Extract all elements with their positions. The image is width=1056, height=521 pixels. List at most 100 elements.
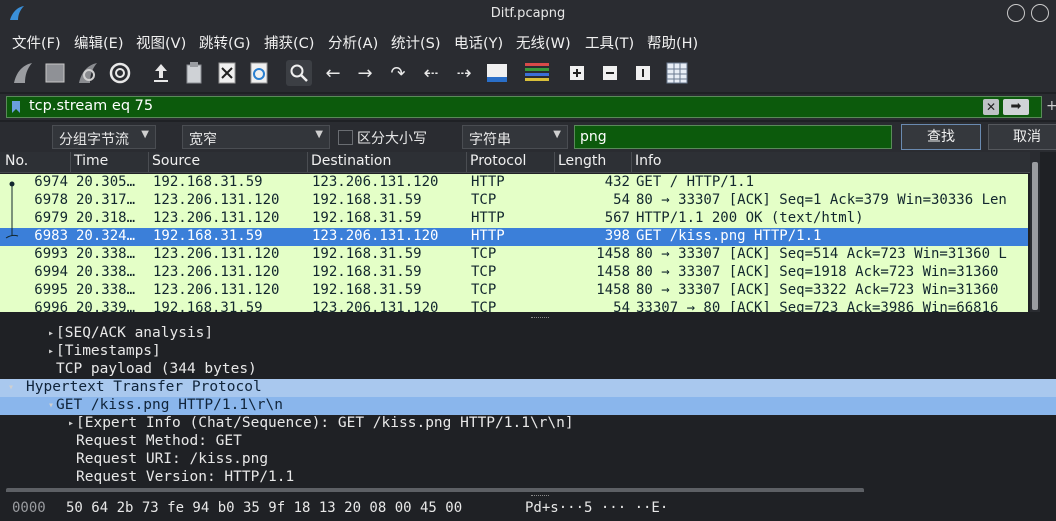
menu-wireless[interactable]: 无线(W): [516, 32, 571, 53]
packet-list-scrollbar[interactable]: [1030, 152, 1040, 312]
minimize-button[interactable]: [1007, 4, 1025, 22]
detail-tree-item[interactable]: Request Version: HTTP/1.1: [0, 469, 1056, 487]
menu-tools[interactable]: 工具(T): [585, 32, 634, 53]
packet-list: No. Time Source Destination Protocol Len…: [0, 152, 1040, 312]
search-in-dropdown[interactable]: 分组字节流 ▼: [52, 125, 156, 149]
apply-filter-arrow-icon[interactable]: ➡: [1003, 99, 1029, 115]
menu-analyze[interactable]: 分析(A): [328, 32, 378, 53]
menu-telephony[interactable]: 电话(Y): [454, 32, 503, 53]
collapsed-arrow-icon[interactable]: ▸: [48, 328, 54, 339]
menu-edit[interactable]: 编辑(E): [74, 32, 123, 53]
packet-row[interactable]: 6996 20.339… 192.168.31.59 123.206.131.120 T…: [0, 300, 1028, 312]
column-protocol[interactable]: Protocol: [470, 153, 526, 169]
packet-cell-proto: TCP: [471, 246, 497, 262]
menu-bar: 文件(F) 编辑(E) 视图(V) 跳转(G) 捕获(C) 分析(A) 统计(S…: [0, 28, 1056, 54]
stop-capture-icon[interactable]: [42, 60, 68, 86]
packet-cell-time: 20.338…: [76, 264, 136, 280]
autoscroll-icon[interactable]: [484, 60, 510, 86]
menu-capture[interactable]: 捕获(C): [264, 32, 314, 53]
search-type-dropdown[interactable]: 字符串 ▼: [462, 125, 568, 149]
first-packet-icon[interactable]: ⇠: [418, 60, 444, 86]
restart-capture-icon[interactable]: [75, 60, 101, 86]
detail-tree-item[interactable]: Request URI: /kiss.png: [0, 451, 1056, 469]
character-width-dropdown[interactable]: 宽窄 ▼: [182, 125, 330, 149]
packet-row[interactable]: 6974 20.305… 192.168.31.59 123.206.131.120 H…: [0, 174, 1028, 192]
column-info[interactable]: Info: [635, 153, 662, 169]
expanded-arrow-icon[interactable]: ▾: [8, 382, 14, 393]
detail-tree-item[interactable]: ▾ GET /kiss.png HTTP/1.1\r\n: [0, 397, 1056, 415]
last-packet-icon[interactable]: ⇢: [451, 60, 477, 86]
detail-tree-item[interactable]: ▾ Hypertext Transfer Protocol: [0, 379, 1056, 397]
display-filter-input[interactable]: tcp.stream eq 75 ✕ ➡: [6, 96, 1042, 118]
collapsed-arrow-icon[interactable]: ▸: [68, 418, 74, 429]
capture-options-gear-icon[interactable]: [107, 60, 133, 86]
packet-cell-src: 192.168.31.59: [153, 300, 263, 312]
close-file-icon[interactable]: [214, 60, 240, 86]
packet-row[interactable]: 6983 20.324… 192.168.31.59 123.206.131.120 H…: [0, 228, 1028, 246]
find-packet-search-icon[interactable]: [286, 60, 312, 86]
packet-row[interactable]: 6994 20.338… 123.206.131.120 192.168.31.59 T…: [0, 264, 1028, 282]
menu-help[interactable]: 帮助(H): [647, 32, 698, 53]
detail-tree-item[interactable]: ▸ [Timestamps]: [0, 343, 1056, 361]
packet-cell-info: 80 → 33307 [ACK] Seq=1918 Ack=723 Win=31…: [636, 264, 999, 280]
scrollbar-thumb[interactable]: [1032, 162, 1038, 310]
find-button[interactable]: 查找: [901, 124, 981, 150]
pane-splitter[interactable]: [0, 314, 1056, 322]
byte-ascii[interactable]: Pd+s···5 ··· ··E·: [525, 500, 668, 516]
packet-cell-dst: 123.206.131.120: [312, 228, 439, 244]
conversation-indicator-icon: [5, 181, 19, 239]
zoom-in-icon[interactable]: [564, 60, 590, 86]
packet-cell-dst: 192.168.31.59: [312, 264, 422, 280]
pane-splitter[interactable]: [0, 492, 1056, 500]
colorize-icon[interactable]: [524, 60, 550, 86]
normal-size-icon[interactable]: [630, 60, 656, 86]
expanded-arrow-icon[interactable]: ▾: [48, 400, 54, 411]
detail-tree-item[interactable]: ▸ [Expert Info (Chat/Sequence): GET /kiss…: [0, 415, 1056, 433]
reload-file-icon[interactable]: [246, 60, 272, 86]
byte-hex[interactable]: 50 64 2b 73 fe 94 b0 35 9f 18 13 20 08 0…: [66, 500, 462, 516]
collapsed-arrow-icon[interactable]: ▸: [48, 346, 54, 357]
packet-cell-no: 6994: [34, 264, 68, 280]
chevron-down-icon: ▼: [553, 129, 561, 140]
menu-statistics[interactable]: 统计(S): [391, 32, 441, 53]
packet-row[interactable]: 6978 20.317… 123.206.131.120 192.168.31.59 T…: [0, 192, 1028, 210]
column-no[interactable]: No.: [5, 153, 28, 169]
packet-cell-dst: 192.168.31.59: [312, 210, 422, 226]
detail-tree-label: [SEQ/ACK analysis]: [56, 325, 214, 341]
cancel-button[interactable]: 取消: [988, 124, 1056, 150]
go-back-arrow-icon[interactable]: ←: [320, 60, 346, 86]
menu-view[interactable]: 视图(V): [136, 32, 186, 53]
packet-row[interactable]: 6979 20.318… 123.206.131.120 192.168.31.59 H…: [0, 210, 1028, 228]
go-forward-arrow-icon[interactable]: →: [352, 60, 378, 86]
save-file-icon[interactable]: [181, 60, 207, 86]
packet-bytes: 0000 50 64 2b 73 fe 94 b0 35 9f 18 13 20…: [0, 500, 1056, 521]
case-sensitive-label: 区分大小写: [357, 131, 427, 147]
detail-tree-item[interactable]: TCP payload (344 bytes): [0, 361, 1056, 379]
byte-offset: 0000: [12, 500, 46, 516]
close-button[interactable]: [1031, 4, 1049, 22]
packet-cell-time: 20.338…: [76, 246, 136, 262]
column-source[interactable]: Source: [152, 153, 200, 169]
case-sensitive-checkbox[interactable]: [338, 130, 353, 145]
detail-tree-item[interactable]: ▸ [SEQ/ACK analysis]: [0, 325, 1056, 343]
find-search-input[interactable]: png: [574, 125, 892, 149]
zoom-out-icon[interactable]: [597, 60, 623, 86]
packet-row[interactable]: 6995 20.338… 123.206.131.120 192.168.31.59 T…: [0, 282, 1028, 300]
detail-tree-item[interactable]: Request Method: GET: [0, 433, 1056, 451]
clear-filter-icon[interactable]: ✕: [983, 99, 999, 115]
menu-file[interactable]: 文件(F): [12, 32, 61, 53]
packet-details: ▸ [SEQ/ACK analysis] ▸ [Timestamps] TCP payl…: [0, 322, 1056, 487]
open-file-icon[interactable]: [148, 60, 174, 86]
detail-tree-label: TCP payload (344 bytes): [56, 361, 257, 377]
packet-cell-info: GET / HTTP/1.1: [636, 174, 755, 190]
bookmark-icon[interactable]: [11, 100, 21, 114]
column-length[interactable]: Length: [558, 153, 606, 169]
column-time[interactable]: Time: [74, 153, 108, 169]
start-capture-icon[interactable]: [10, 60, 36, 86]
add-filter-button-icon[interactable]: +: [1046, 98, 1056, 114]
go-to-packet-icon[interactable]: ↷: [385, 60, 411, 86]
packet-row[interactable]: 6993 20.338… 123.206.131.120 192.168.31.59 T…: [0, 246, 1028, 264]
resize-columns-icon[interactable]: [664, 60, 690, 86]
column-destination[interactable]: Destination: [311, 153, 391, 169]
menu-go[interactable]: 跳转(G): [199, 32, 251, 53]
